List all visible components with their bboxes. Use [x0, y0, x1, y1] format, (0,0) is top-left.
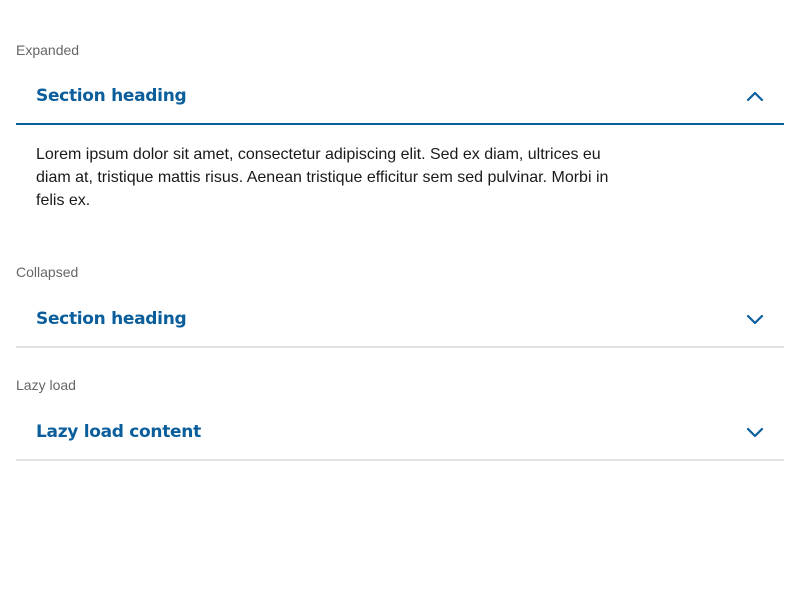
accordion-collapsed: Section heading [16, 291, 784, 348]
accordion-expanded: Section heading Lorem ipsum dolor sit am… [16, 68, 784, 212]
accordion-content: Lorem ipsum dolor sit amet, consectetur … [36, 146, 609, 209]
example-label-collapsed: Collapsed [16, 264, 79, 280]
accordion-header-collapsed[interactable]: Section heading [16, 291, 784, 346]
accordion-header-expanded[interactable]: Section heading [16, 68, 784, 123]
example-label-lazy-load: Lazy load [16, 377, 76, 393]
chevron-up-icon [746, 91, 764, 101]
accordion-divider [16, 459, 784, 461]
accordion-header-lazy-load[interactable]: Lazy load content [16, 404, 784, 459]
accordion-heading: Section heading [36, 85, 187, 106]
chevron-down-icon [746, 427, 764, 437]
chevron-down-icon [746, 314, 764, 324]
accordion-heading: Lazy load content [36, 421, 201, 442]
accordion-lazy-load: Lazy load content [16, 404, 784, 461]
example-label-expanded: Expanded [16, 42, 80, 58]
accordion-divider [16, 346, 784, 348]
accordion-heading: Section heading [36, 308, 187, 329]
